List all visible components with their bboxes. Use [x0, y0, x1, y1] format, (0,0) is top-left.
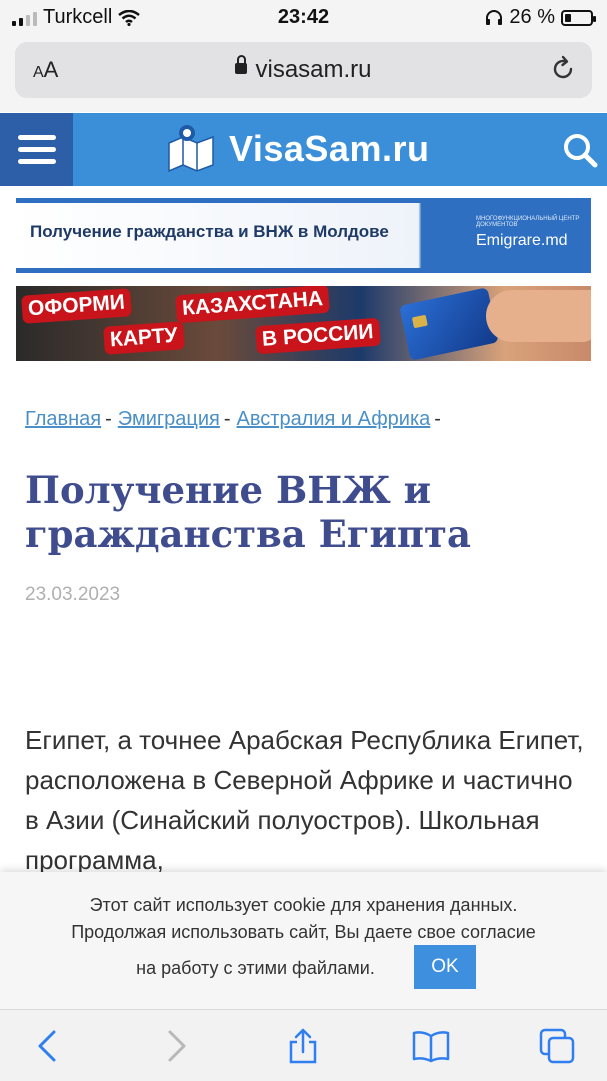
- article-date: 23.03.2023: [25, 584, 121, 605]
- lock-icon: [235, 55, 248, 75]
- battery-percentage: 26 %: [509, 6, 555, 28]
- cookie-text-line: на работу с этими файлами.: [136, 958, 375, 978]
- browser-toolbar: [0, 1009, 607, 1081]
- breadcrumb: Главная - Эмиграция - Австралия и Африка -: [25, 408, 447, 431]
- banner-brand-tagline: МНОГОФУНКЦИОНАЛЬНЫЙ ЦЕНТР ДОКУМЕНТОВ: [476, 216, 580, 228]
- search-icon[interactable]: [561, 131, 599, 169]
- cookie-text-line: Продолжая использовать сайт, Вы даете св…: [71, 922, 536, 942]
- kazakhstan-card-banner[interactable]: ОФОРМИ КАРТУ КАЗАХСТАНА В РОССИИ: [16, 286, 591, 361]
- breadcrumb-separator: -: [223, 408, 231, 430]
- browser-address-area: AA visasam.ru: [0, 34, 607, 112]
- hamburger-menu-button[interactable]: [0, 113, 73, 186]
- hand-image: [486, 290, 591, 342]
- banner-brand: МНОГОФУНКЦИОНАЛЬНЫЙ ЦЕНТР ДОКУМЕНТОВ Emi…: [476, 216, 591, 250]
- back-icon[interactable]: [30, 1028, 66, 1064]
- banner-tag: КАРТУ: [103, 321, 185, 355]
- banner-tag: В РОССИИ: [255, 317, 381, 355]
- share-icon[interactable]: [285, 1028, 321, 1064]
- site-header: VisaSam.ru: [0, 113, 607, 186]
- headphones-icon: [486, 9, 503, 25]
- breadcrumb-link-home[interactable]: Главная: [25, 408, 101, 430]
- logo-map-icon: [168, 125, 214, 173]
- breadcrumb-separator: -: [105, 408, 112, 430]
- breadcrumb-link-australia-africa[interactable]: Австралия и Африка: [237, 408, 431, 430]
- banner-tag: КАЗАХСТАНА: [175, 286, 330, 324]
- banner-brand-name: Emigrare.md: [476, 232, 568, 249]
- battery-icon: [561, 9, 596, 26]
- bank-card-image: [399, 287, 499, 361]
- cookie-notice: Этот сайт использует cookie для хранения…: [0, 872, 607, 1009]
- reload-icon[interactable]: [548, 54, 578, 84]
- tabs-icon[interactable]: [539, 1028, 575, 1064]
- breadcrumb-link-emigration[interactable]: Эмиграция: [118, 408, 220, 430]
- address-bar[interactable]: AA visasam.ru: [15, 42, 592, 98]
- banner-text: Получение гражданства и ВНЖ в Молдове: [30, 222, 389, 241]
- moldova-citizenship-banner[interactable]: Получение гражданства и ВНЖ в Молдове МН…: [16, 198, 591, 273]
- forward-icon[interactable]: [158, 1028, 194, 1064]
- breadcrumb-separator: -: [434, 408, 441, 430]
- site-logo[interactable]: VisaSam.ru: [165, 123, 429, 175]
- cookie-ok-button[interactable]: OK: [414, 945, 476, 989]
- battery-level: [565, 13, 571, 22]
- bookmarks-icon[interactable]: [411, 1028, 451, 1064]
- article-paragraph: Египет, а точнее Арабская Республика Еги…: [25, 725, 584, 875]
- logo-text: VisaSam.ru: [229, 128, 430, 169]
- url-display[interactable]: visasam.ru: [15, 55, 592, 84]
- cookie-text-line: Этот сайт использует cookie для хранения…: [89, 895, 518, 915]
- status-bar: Turkcell 23:42 26 %: [0, 0, 607, 34]
- banner-tag: ОФОРМИ: [21, 288, 132, 324]
- article-title: Получение ВНЖ и гражданства Египта: [25, 468, 471, 556]
- url-text: visasam.ru: [255, 56, 372, 83]
